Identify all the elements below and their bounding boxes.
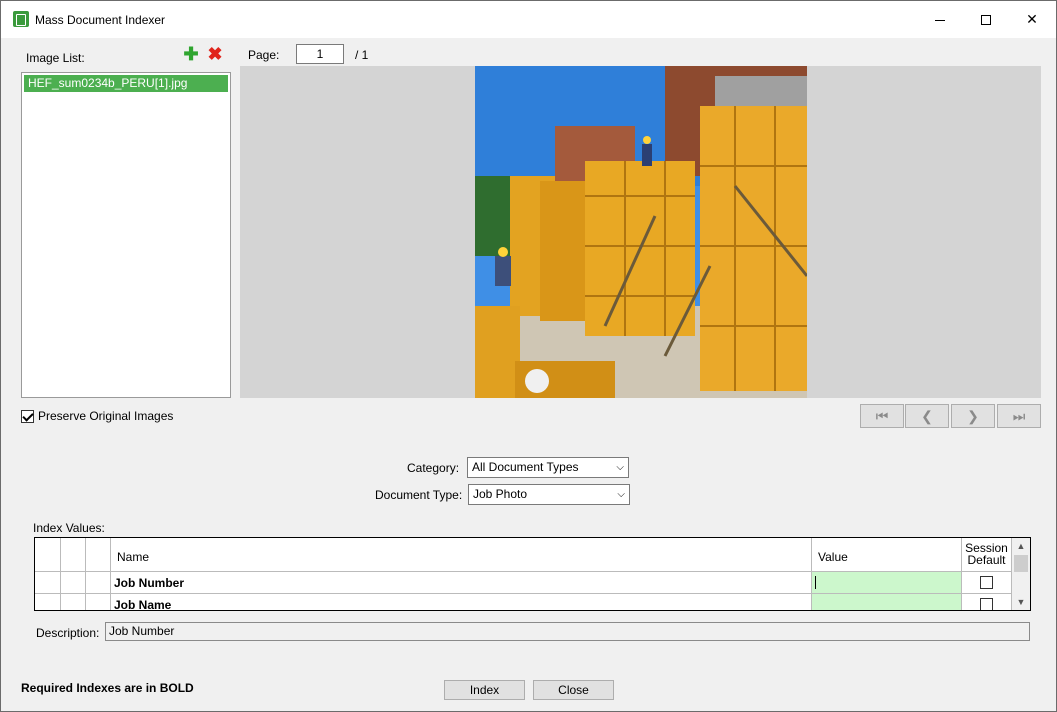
index-values-grid[interactable]: Name Value Session Default Job Number Jo… bbox=[34, 537, 1031, 611]
construction-photo bbox=[475, 66, 807, 398]
maximize-button[interactable] bbox=[963, 1, 1009, 37]
minimize-icon bbox=[935, 19, 945, 21]
grid-cell bbox=[86, 594, 111, 610]
next-page-icon: ❯ bbox=[967, 407, 979, 424]
page-number-input[interactable]: 1 bbox=[296, 44, 344, 64]
row-header[interactable] bbox=[35, 572, 61, 594]
required-indexes-note: Required Indexes are in BOLD bbox=[21, 681, 194, 695]
first-page-icon: ⏮ bbox=[875, 407, 889, 424]
preserve-checkbox[interactable] bbox=[21, 409, 34, 423]
preserve-original-images[interactable]: Preserve Original Images bbox=[21, 409, 173, 423]
preserve-label: Preserve Original Images bbox=[38, 409, 174, 423]
index-button[interactable]: Index bbox=[444, 680, 525, 700]
next-page-button[interactable]: ❯ bbox=[951, 404, 995, 428]
minimize-button[interactable] bbox=[917, 1, 963, 37]
index-name-cell: Job Name bbox=[111, 594, 812, 610]
image-preview-panel bbox=[240, 66, 1041, 398]
session-default-checkbox[interactable] bbox=[980, 576, 993, 589]
index-values-label: Index Values: bbox=[33, 521, 105, 535]
remove-image-button[interactable]: ✖ bbox=[205, 44, 225, 64]
description-field: Job Number bbox=[105, 622, 1030, 641]
previous-page-icon: ❮ bbox=[921, 407, 933, 424]
grid-cell bbox=[86, 572, 111, 594]
grid-header-corner bbox=[35, 538, 61, 572]
image-list-item[interactable]: HEF_sum0234b_PERU[1].jpg bbox=[24, 75, 228, 92]
category-label: Category: bbox=[407, 461, 460, 475]
chevron-down-icon: ⌵ bbox=[617, 489, 625, 500]
description-label: Description: bbox=[36, 626, 100, 640]
last-page-button[interactable]: ⏭ bbox=[997, 404, 1041, 428]
mass-document-indexer-window: Mass Document Indexer ✕ Image List: ✚ ✖ … bbox=[0, 0, 1057, 712]
first-page-button[interactable]: ⏮ bbox=[860, 404, 904, 428]
document-type-value: Job Photo bbox=[473, 487, 528, 501]
grid-header-blank bbox=[86, 538, 111, 572]
session-default-column-header[interactable]: Session Default bbox=[962, 538, 1012, 572]
document-type-label: Document Type: bbox=[375, 488, 463, 502]
page-total: / 1 bbox=[355, 48, 369, 62]
row-header[interactable] bbox=[35, 594, 61, 610]
image-list-label: Image List: bbox=[26, 51, 85, 65]
maximize-icon bbox=[981, 15, 991, 26]
grid-cell bbox=[61, 572, 86, 594]
previous-page-button[interactable]: ❮ bbox=[905, 404, 949, 428]
scroll-up-icon[interactable]: ▲ bbox=[1012, 538, 1030, 554]
window-title: Mass Document Indexer bbox=[35, 13, 166, 27]
session-default-cell bbox=[962, 572, 1012, 594]
close-icon: ✕ bbox=[1026, 11, 1038, 27]
grid-header-blank bbox=[61, 538, 86, 572]
index-name-cell: Job Number bbox=[111, 572, 812, 594]
scroll-down-icon[interactable]: ▼ bbox=[1012, 594, 1030, 610]
add-image-button[interactable]: ✚ bbox=[181, 44, 201, 64]
plus-icon: ✚ bbox=[183, 43, 199, 64]
category-value: All Document Types bbox=[472, 460, 579, 474]
scroll-thumb[interactable] bbox=[1014, 555, 1028, 572]
last-page-icon: ⏭ bbox=[1012, 407, 1026, 424]
index-value-input[interactable] bbox=[812, 572, 962, 594]
close-window-button[interactable]: ✕ bbox=[1009, 1, 1055, 37]
grid-scrollbar[interactable]: ▲ ▼ bbox=[1012, 538, 1030, 610]
grid-cell bbox=[61, 594, 86, 610]
category-select[interactable]: All Document Types ⌵ bbox=[467, 457, 629, 478]
x-icon: ✖ bbox=[207, 43, 223, 64]
close-button[interactable]: Close bbox=[533, 680, 614, 700]
chevron-down-icon: ⌵ bbox=[616, 462, 624, 473]
text-caret bbox=[815, 576, 816, 589]
document-type-select[interactable]: Job Photo ⌵ bbox=[468, 484, 630, 505]
app-icon bbox=[13, 11, 29, 27]
index-value-input[interactable] bbox=[812, 594, 962, 610]
name-column-header[interactable]: Name bbox=[111, 538, 812, 572]
session-default-cell bbox=[962, 594, 1012, 610]
title-bar: Mass Document Indexer ✕ bbox=[1, 1, 1056, 38]
session-default-checkbox[interactable] bbox=[980, 598, 993, 610]
value-column-header[interactable]: Value bbox=[812, 538, 962, 572]
image-list[interactable]: HEF_sum0234b_PERU[1].jpg bbox=[21, 72, 231, 398]
page-label: Page: bbox=[248, 48, 280, 62]
